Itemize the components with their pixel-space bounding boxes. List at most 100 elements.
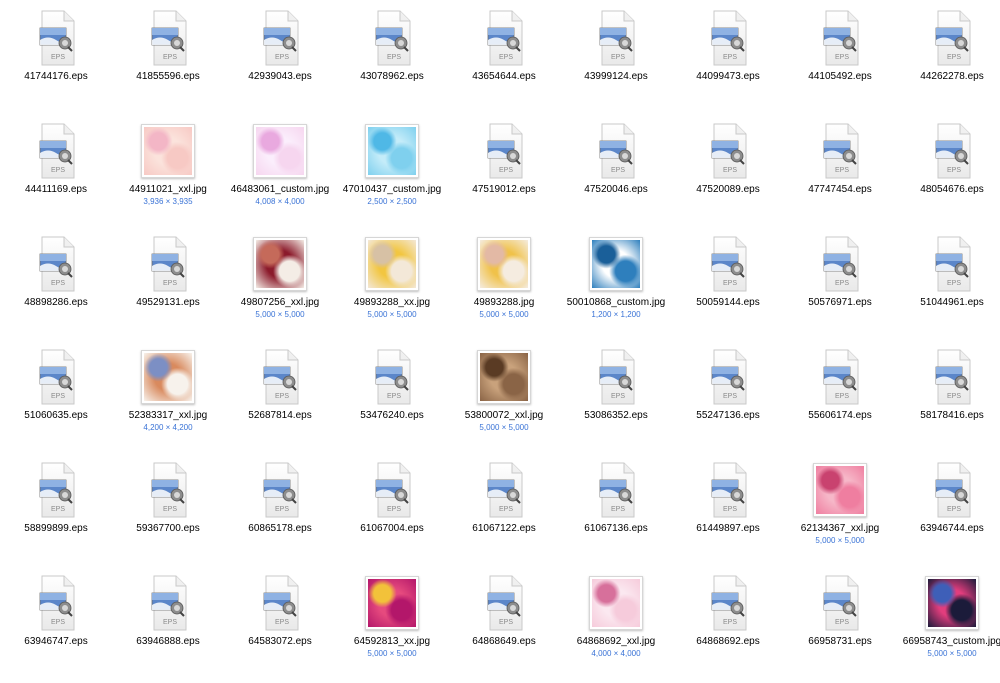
file-name[interactable]: 47520046.eps (560, 184, 672, 196)
file-item[interactable]: 64868692_xxl.jpg 4,000 × 4,000 (560, 571, 672, 683)
file-item[interactable]: EPS 58899899.eps (0, 458, 112, 570)
file-name[interactable]: 53476240.eps (336, 410, 448, 422)
file-item[interactable]: EPS 61067122.eps (448, 458, 560, 570)
file-icon[interactable]: EPS (140, 575, 196, 631)
file-item[interactable]: EPS 48054676.eps (896, 119, 1000, 231)
file-icon[interactable] (140, 349, 196, 405)
file-name[interactable]: 48054676.eps (896, 184, 1000, 196)
file-item[interactable]: EPS 63946888.eps (112, 571, 224, 683)
file-item[interactable]: 53800072_xxl.jpg 5,000 × 5,000 (448, 345, 560, 457)
file-name[interactable]: 53086352.eps (560, 410, 672, 422)
file-item[interactable]: 66958743_custom.jpg 5,000 × 5,000 (896, 571, 1000, 683)
file-icon[interactable]: EPS (252, 462, 308, 518)
file-name[interactable]: 41744176.eps (0, 71, 112, 83)
file-icon[interactable]: EPS (252, 575, 308, 631)
file-item[interactable]: EPS 42939043.eps (224, 6, 336, 118)
file-item[interactable]: 64592813_xx.jpg 5,000 × 5,000 (336, 571, 448, 683)
file-icon[interactable]: EPS (364, 349, 420, 405)
file-item[interactable]: 49807256_xxl.jpg 5,000 × 5,000 (224, 232, 336, 344)
file-icon[interactable]: EPS (812, 575, 868, 631)
file-item[interactable]: EPS 60865178.eps (224, 458, 336, 570)
file-name[interactable]: 43078962.eps (336, 71, 448, 83)
file-name[interactable]: 41855596.eps (112, 71, 224, 83)
file-icon[interactable]: EPS (28, 462, 84, 518)
file-name[interactable]: 52687814.eps (224, 410, 336, 422)
file-name[interactable]: 61449897.eps (672, 523, 784, 535)
file-name[interactable]: 55606174.eps (784, 410, 896, 422)
file-item[interactable]: EPS 58178416.eps (896, 345, 1000, 457)
file-name[interactable]: 51044961.eps (896, 297, 1000, 309)
file-item[interactable]: 62134367_xxl.jpg 5,000 × 5,000 (784, 458, 896, 570)
file-item[interactable]: EPS 53476240.eps (336, 345, 448, 457)
file-icon[interactable]: EPS (924, 349, 980, 405)
file-name[interactable]: 48898286.eps (0, 297, 112, 309)
file-name[interactable]: 60865178.eps (224, 523, 336, 535)
file-item[interactable]: 49893288_xx.jpg 5,000 × 5,000 (336, 232, 448, 344)
file-name[interactable]: 61067136.eps (560, 523, 672, 535)
file-name[interactable]: 50576971.eps (784, 297, 896, 309)
file-icon[interactable]: EPS (28, 575, 84, 631)
file-name[interactable]: 50059144.eps (672, 297, 784, 309)
file-icon[interactable]: EPS (476, 10, 532, 66)
file-icon[interactable] (140, 123, 196, 179)
file-item[interactable]: EPS 44105492.eps (784, 6, 896, 118)
file-name[interactable]: 51060635.eps (0, 410, 112, 422)
file-icon[interactable]: EPS (924, 10, 980, 66)
file-name[interactable]: 49807256_xxl.jpg 5,000 × 5,000 (224, 297, 336, 320)
file-item[interactable]: EPS 41855596.eps (112, 6, 224, 118)
file-icon[interactable]: EPS (28, 123, 84, 179)
file-item[interactable]: EPS 51044961.eps (896, 232, 1000, 344)
file-item[interactable]: EPS 44411169.eps (0, 119, 112, 231)
file-icon[interactable]: EPS (812, 236, 868, 292)
file-icon[interactable] (924, 575, 980, 631)
file-icon[interactable]: EPS (252, 349, 308, 405)
file-icon[interactable]: EPS (588, 462, 644, 518)
file-icon[interactable]: EPS (812, 123, 868, 179)
file-icon[interactable] (252, 236, 308, 292)
file-item[interactable]: EPS 63946747.eps (0, 571, 112, 683)
file-item[interactable]: EPS 61449897.eps (672, 458, 784, 570)
file-item[interactable]: EPS 47747454.eps (784, 119, 896, 231)
file-name[interactable]: 64868649.eps (448, 636, 560, 648)
file-name[interactable]: 64592813_xx.jpg 5,000 × 5,000 (336, 636, 448, 659)
file-icon[interactable]: EPS (28, 349, 84, 405)
file-name[interactable]: 44099473.eps (672, 71, 784, 83)
file-name[interactable]: 58899899.eps (0, 523, 112, 535)
file-item[interactable]: 50010868_custom.jpg 1,200 × 1,200 (560, 232, 672, 344)
file-name[interactable]: 59367700.eps (112, 523, 224, 535)
file-icon[interactable]: EPS (28, 236, 84, 292)
file-item[interactable]: 44911021_xxl.jpg 3,936 × 3,935 (112, 119, 224, 231)
file-icon[interactable]: EPS (812, 349, 868, 405)
file-icon[interactable]: EPS (812, 10, 868, 66)
file-icon[interactable]: EPS (476, 575, 532, 631)
file-item[interactable]: EPS 64868649.eps (448, 571, 560, 683)
file-item[interactable]: EPS 44262278.eps (896, 6, 1000, 118)
file-item[interactable]: EPS 41744176.eps (0, 6, 112, 118)
file-item[interactable]: 46483061_custom.jpg 4,008 × 4,000 (224, 119, 336, 231)
file-name[interactable]: 42939043.eps (224, 71, 336, 83)
file-name[interactable]: 64868692.eps (672, 636, 784, 648)
file-icon[interactable]: EPS (924, 236, 980, 292)
file-icon[interactable]: EPS (700, 575, 756, 631)
file-icon[interactable]: EPS (924, 123, 980, 179)
file-name[interactable]: 66958731.eps (784, 636, 896, 648)
file-item[interactable]: EPS 55247136.eps (672, 345, 784, 457)
file-icon[interactable] (252, 123, 308, 179)
file-icon[interactable]: EPS (588, 349, 644, 405)
file-icon[interactable]: EPS (140, 462, 196, 518)
file-icon[interactable]: EPS (476, 123, 532, 179)
file-name[interactable]: 66958743_custom.jpg 5,000 × 5,000 (896, 636, 1000, 659)
file-item[interactable]: EPS 50576971.eps (784, 232, 896, 344)
file-name[interactable]: 43999124.eps (560, 71, 672, 83)
file-icon[interactable]: EPS (476, 462, 532, 518)
file-name[interactable]: 44262278.eps (896, 71, 1000, 83)
file-item[interactable]: EPS 61067004.eps (336, 458, 448, 570)
file-item[interactable]: 47010437_custom.jpg 2,500 × 2,500 (336, 119, 448, 231)
file-icon[interactable]: EPS (700, 10, 756, 66)
file-icon[interactable]: EPS (700, 462, 756, 518)
file-icon[interactable] (476, 236, 532, 292)
file-name[interactable]: 52383317_xxl.jpg 4,200 × 4,200 (112, 410, 224, 433)
file-icon[interactable]: EPS (588, 10, 644, 66)
file-item[interactable]: EPS 43654644.eps (448, 6, 560, 118)
file-item[interactable]: EPS 64868692.eps (672, 571, 784, 683)
